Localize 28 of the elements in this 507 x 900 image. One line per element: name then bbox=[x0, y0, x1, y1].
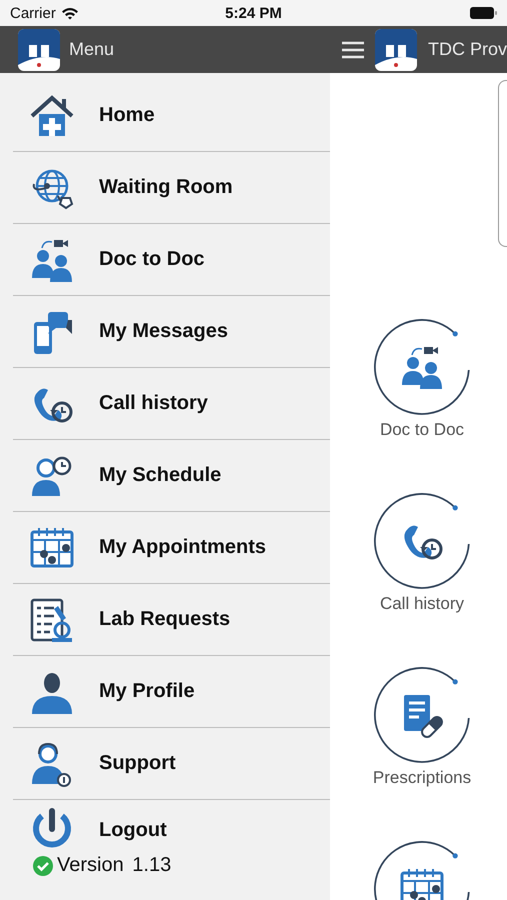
carrier-name: Carrier bbox=[10, 4, 56, 22]
menu-item[interactable]: Doc to Doc bbox=[13, 224, 330, 296]
tile-label: Call history bbox=[380, 594, 464, 614]
menu-item[interactable]: My Messages bbox=[13, 296, 330, 368]
tile-label: Doc to Doc bbox=[380, 420, 464, 440]
wifi-icon bbox=[60, 6, 79, 20]
check-icon bbox=[32, 854, 54, 876]
menu-item[interactable]: My Appointments bbox=[13, 512, 330, 584]
menu-item[interactable]: Support bbox=[13, 728, 330, 800]
menu-item[interactable]: My Profile bbox=[13, 656, 330, 728]
app-title: TDC Prov bbox=[428, 39, 507, 60]
tile-label: Prescriptions bbox=[372, 768, 472, 788]
menu-item[interactable]: Waiting Room bbox=[13, 152, 330, 224]
app-logo-icon bbox=[374, 28, 417, 70]
battery-icon bbox=[470, 7, 498, 19]
doctors-tile-icon[interactable] bbox=[372, 318, 471, 416]
version-number: 1.13 bbox=[131, 854, 172, 877]
version-label: Version bbox=[57, 854, 124, 877]
menu-item[interactable]: Call history bbox=[13, 368, 330, 440]
clock-time: 5:24 PM bbox=[225, 4, 282, 22]
menu-item[interactable]: My Schedule bbox=[13, 440, 330, 512]
menu-button[interactable] bbox=[342, 40, 364, 58]
menu-item[interactable]: Lab Requests bbox=[13, 584, 330, 656]
call-tile-icon[interactable] bbox=[372, 492, 471, 590]
menu-title: Menu bbox=[69, 39, 114, 60]
menu-item[interactable]: Home bbox=[13, 80, 330, 152]
prescription-tile-icon[interactable] bbox=[372, 666, 471, 764]
app-logo-icon bbox=[18, 28, 60, 70]
